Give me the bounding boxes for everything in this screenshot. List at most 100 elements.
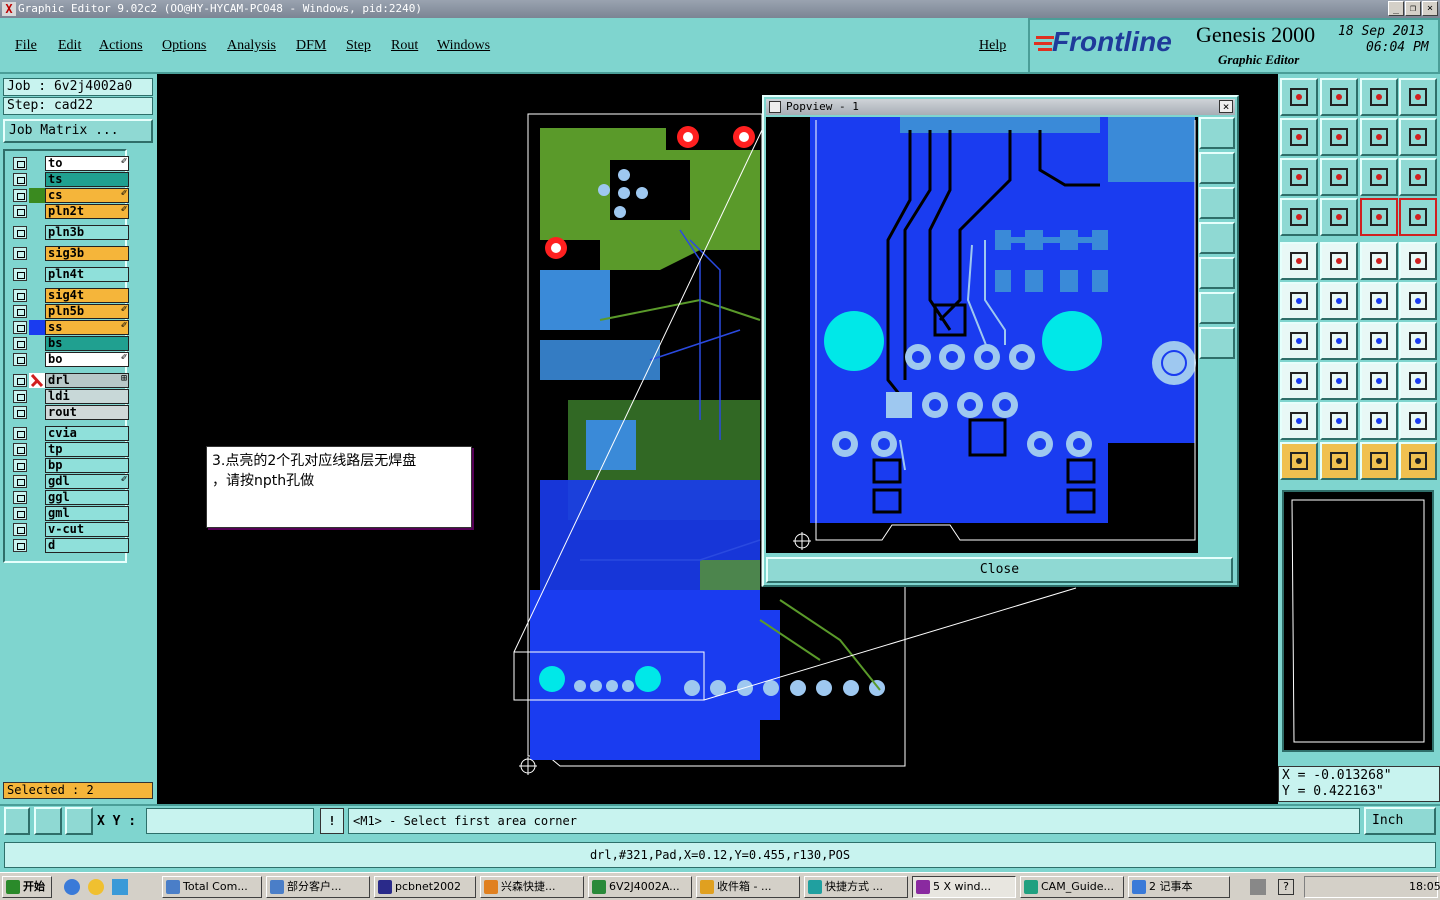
connect-icon[interactable] — [1360, 282, 1398, 320]
layer-row-ss[interactable]: ss ✐ — [13, 320, 129, 335]
task-6v2j[interactable]: 6V2J4002A... — [588, 876, 692, 898]
layer-row-gml[interactable]: gml — [13, 506, 129, 521]
fit-all-icon[interactable] — [1280, 158, 1318, 196]
window-titlebar[interactable]: X Graphic Editor 9.02c2 (OO@HY-HYCAM-PC0… — [0, 0, 1440, 18]
quicklaunch-icon[interactable] — [88, 879, 104, 895]
layer-row-gdl[interactable]: gdl ✐ — [13, 474, 129, 489]
layer-row-d[interactable]: d — [13, 538, 129, 553]
layer-row-ldi[interactable]: ldi — [13, 389, 129, 404]
popview-fit-icon[interactable] — [1199, 292, 1235, 324]
alert-icon[interactable]: ! — [320, 808, 344, 834]
move-nodes-icon[interactable] — [1280, 282, 1318, 320]
task-x-windows[interactable]: 5 X wind... — [912, 876, 1016, 898]
task-inbox[interactable]: 收件箱 - ... — [696, 876, 800, 898]
zoom-area-icon[interactable] — [4, 807, 30, 835]
layer-checkbox[interactable] — [13, 353, 27, 366]
menu-file[interactable]: File — [15, 38, 37, 54]
job-matrix-button[interactable]: Job Matrix ... — [3, 119, 153, 143]
angle-icon[interactable] — [1280, 322, 1318, 360]
layer-row-pln5b[interactable]: pln5b ✐ — [13, 304, 129, 319]
cross-icon[interactable] — [1320, 282, 1358, 320]
layer-checkbox[interactable] — [13, 475, 27, 488]
layer-row-bs[interactable]: bs — [13, 336, 129, 351]
layer-row-v-cut[interactable]: v-cut — [13, 522, 129, 537]
units-button[interactable]: Inch — [1364, 807, 1436, 835]
rotate-icon[interactable] — [1399, 118, 1437, 156]
import-icon[interactable] — [1280, 78, 1318, 116]
popview-pan-up-icon[interactable] — [1199, 152, 1235, 184]
menu-actions[interactable]: Actions — [99, 38, 143, 54]
snap-pad-icon[interactable] — [1280, 242, 1318, 280]
xy-input[interactable] — [146, 808, 314, 834]
layer-checkbox[interactable] — [13, 406, 27, 419]
popview-close-icon[interactable]: × — [1219, 100, 1233, 113]
window-layout-icon[interactable] — [1399, 78, 1437, 116]
layer-checkbox[interactable] — [13, 157, 27, 170]
layer-checkbox[interactable] — [13, 443, 27, 456]
layer-checkbox[interactable] — [13, 390, 27, 403]
layer-row-drl[interactable]: drl ⊞ — [13, 373, 129, 388]
restore-button[interactable]: ❐ — [1405, 1, 1421, 16]
triangle-edit-icon[interactable] — [1360, 402, 1398, 440]
ie-icon[interactable] — [64, 879, 80, 895]
layer-row-ts[interactable]: ts — [13, 172, 129, 187]
popview-pan-right-icon[interactable] — [1199, 257, 1235, 289]
task-xingsen[interactable]: 兴森快捷... — [480, 876, 584, 898]
layer-row-pln3b[interactable]: pln3b — [13, 225, 129, 240]
layer-checkbox[interactable] — [13, 539, 27, 552]
menu-analysis[interactable]: Analysis — [227, 38, 276, 54]
layer-checkbox[interactable] — [13, 289, 27, 302]
desktop-icon[interactable] — [112, 879, 128, 895]
layer-row-bp[interactable]: bp — [13, 458, 129, 473]
select-arrow-icon[interactable] — [1280, 442, 1318, 480]
layer-row-to[interactable]: to ✐ — [13, 156, 129, 171]
popview-close-button[interactable]: Close — [766, 557, 1233, 583]
pad-add-icon[interactable] — [1280, 362, 1318, 400]
menu-windows[interactable]: Windows — [437, 38, 490, 54]
measure-icon[interactable] — [34, 807, 62, 835]
layer-row-cvia[interactable]: cvia — [13, 426, 129, 441]
connect-dot-icon[interactable] — [1399, 282, 1437, 320]
draw-red-icon[interactable] — [1320, 242, 1358, 280]
zoom-left-icon[interactable] — [1280, 118, 1318, 156]
triangle-split-icon[interactable] — [1399, 402, 1437, 440]
layer-row-tp[interactable]: tp — [13, 442, 129, 457]
layer-checkbox[interactable] — [13, 337, 27, 350]
task-customers[interactable]: 部分客户... — [266, 876, 370, 898]
task-total-commander[interactable]: Total Com... — [162, 876, 262, 898]
select-pointer-icon[interactable] — [1320, 442, 1358, 480]
keyboard-icon[interactable] — [1250, 879, 1266, 895]
layer-checkbox[interactable] — [13, 491, 27, 504]
minimize-button[interactable]: _ — [1388, 1, 1404, 16]
layer-checkbox[interactable] — [13, 523, 27, 536]
layer-checkbox[interactable] — [13, 189, 27, 202]
overview-map[interactable] — [1282, 490, 1434, 752]
layer-checkbox[interactable] — [13, 226, 27, 239]
help-icon[interactable]: ? — [1278, 879, 1294, 895]
export-icon[interactable] — [1320, 78, 1358, 116]
layer-checkbox[interactable] — [13, 507, 27, 520]
triangle-add-icon[interactable] — [1280, 402, 1318, 440]
task-notepad[interactable]: 2 记事本 — [1128, 876, 1230, 898]
task-cam-guide[interactable]: CAM_Guide... — [1020, 876, 1124, 898]
layer-checkbox[interactable] — [13, 173, 27, 186]
grid-snap-icon[interactable] — [65, 807, 93, 835]
popview-titlebar[interactable]: Popview - 1 × — [766, 99, 1235, 115]
resize-icon[interactable] — [1360, 362, 1398, 400]
zoom-right-icon[interactable] — [1320, 118, 1358, 156]
group-icon[interactable] — [1399, 362, 1437, 400]
layer-checkbox[interactable] — [13, 205, 27, 218]
start-button[interactable]: 开始 — [2, 876, 52, 898]
arc-icon[interactable] — [1360, 322, 1398, 360]
close-window-button[interactable]: × — [1422, 1, 1438, 16]
popview-menu-icon[interactable] — [769, 101, 781, 113]
help-query-icon[interactable] — [1399, 158, 1437, 196]
layer-row-bo[interactable]: bo ✐ — [13, 352, 129, 367]
layer-checkbox[interactable] — [13, 427, 27, 440]
fit-profile-icon[interactable] — [1320, 158, 1358, 196]
menu-rout[interactable]: Rout — [391, 38, 418, 54]
snap-center-icon[interactable] — [1399, 242, 1437, 280]
line-icon[interactable] — [1320, 322, 1358, 360]
popview-pan-down-icon[interactable] — [1199, 187, 1235, 219]
menu-options[interactable]: Options — [162, 38, 206, 54]
